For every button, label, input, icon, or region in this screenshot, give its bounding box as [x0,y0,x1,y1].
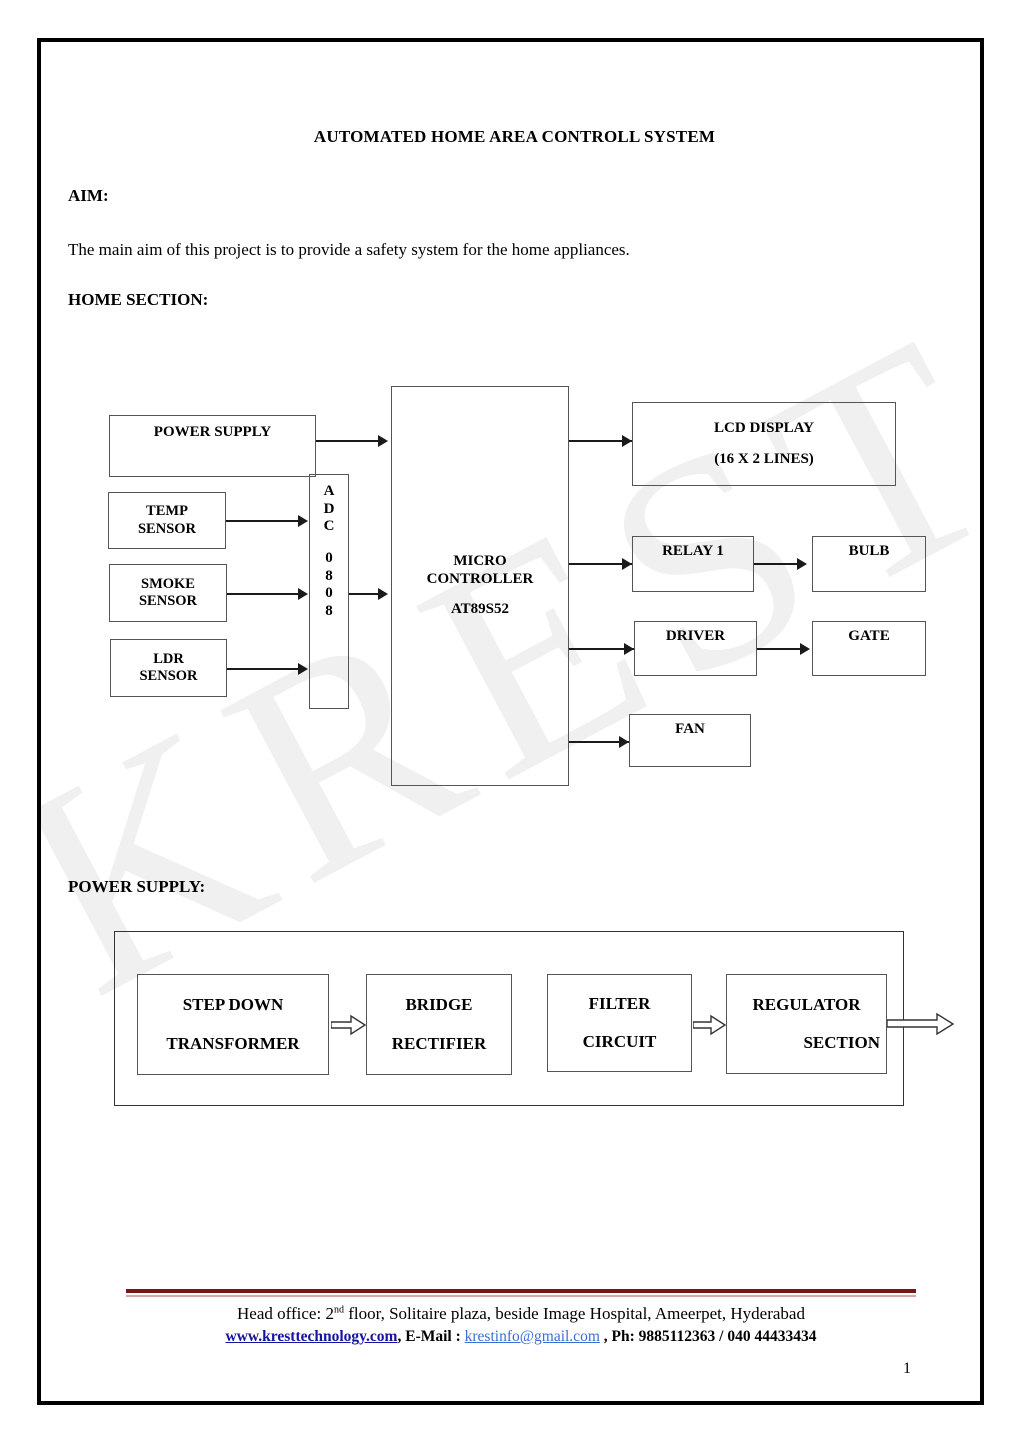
block-filter-circuit: FILTER CIRCUIT [547,974,692,1072]
page-number: 1 [903,1360,911,1377]
email-link[interactable]: krestinfo@gmail.com [465,1328,600,1345]
footer-phone: , Ph: 9885112363 / 040 44433434 [599,1327,817,1345]
block-filter-line2: CIRCUIT [582,1032,657,1051]
block-regulator-line1: REGULATOR [752,994,861,1014]
footer-address-ordinal: nd [333,1303,344,1315]
arrow-transformer-to-rectifier [331,1014,367,1036]
footer-rule-thin [126,1295,916,1297]
footer-address-part1: Head office: 2 [237,1303,334,1323]
arrow-regulator-output [887,1012,955,1036]
footer-contact: www.kresttechnology.com, E-Mail : kresti… [126,1328,916,1346]
block-rectifier-line2: RECTIFIER [391,1033,487,1053]
block-filter-line1: FILTER [588,993,651,1013]
block-bridge-rectifier: BRIDGE RECTIFIER [366,974,512,1075]
block-regulator-line2: SECTION [803,1033,880,1052]
document-page: KREST AUTOMATED HOME AREA CONTROLL SYSTE… [37,38,984,1405]
block-rectifier-line1: BRIDGE [405,995,473,1015]
block-step-down-transformer: STEP DOWN TRANSFORMER [137,974,329,1075]
footer-address-part2: floor, Solitaire plaza, beside Image Hos… [343,1303,805,1323]
footer-address: Head office: 2nd floor, Solitaire plaza,… [126,1303,916,1325]
block-regulator-section: REGULATOR SECTION [726,974,887,1074]
block-transformer-line1: STEP DOWN [182,995,284,1015]
footer-rule-thick [126,1289,916,1293]
arrow-filter-to-regulator [693,1014,727,1036]
footer-email-label: , E-Mail : [397,1327,465,1345]
page-footer: Head office: 2nd floor, Solitaire plaza,… [126,1289,916,1346]
block-transformer-line2: TRANSFORMER [166,1033,300,1053]
power-supply-block-diagram: STEP DOWN TRANSFORMER BRIDGE RECTIFIER F… [41,42,980,1172]
website-link[interactable]: www.kresttechnology.com [226,1328,398,1345]
